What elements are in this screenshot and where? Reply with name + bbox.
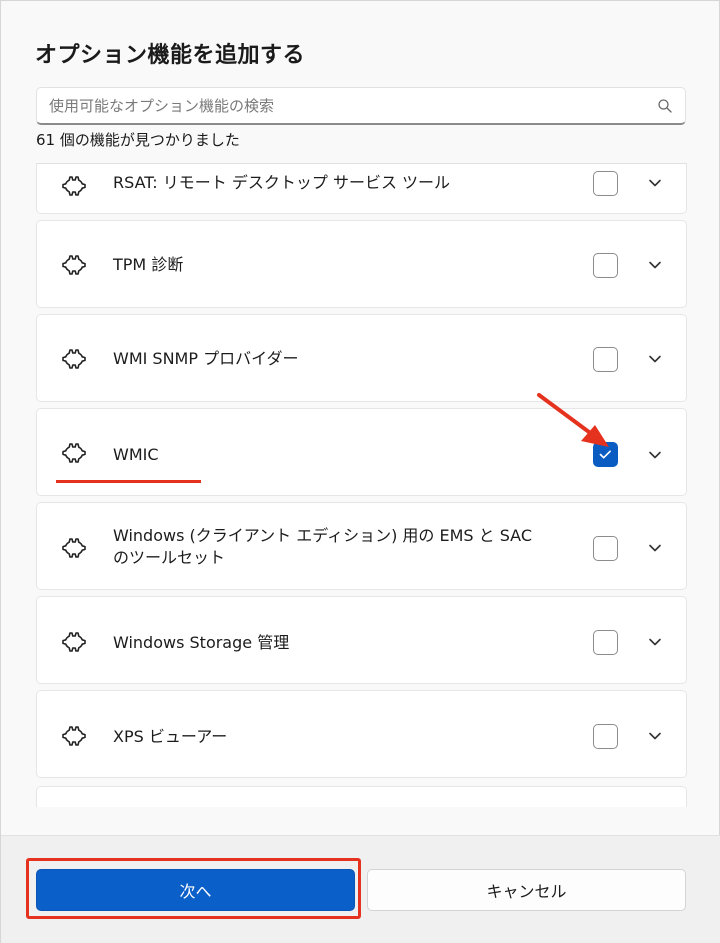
feature-list[interactable]: RSAT: リモート デスクトップ サービス ツール TPM 診断 WMI SN… [36,163,687,807]
feature-label: RSAT: リモート デスクトップ サービス ツール [113,173,451,192]
feature-checkbox[interactable] [593,724,618,749]
feature-checkbox[interactable] [593,347,618,372]
feature-checkbox[interactable] [593,253,618,278]
feature-checkbox[interactable] [593,630,618,655]
list-item-ems-sac-toolset[interactable]: Windows (クライアント エディション) 用の EMS と SAC のツー… [36,502,687,590]
feature-label: WMI SNMP プロバイダー [113,349,299,368]
search-input[interactable] [49,88,649,124]
chevron-down-icon[interactable] [645,445,665,465]
cancel-button[interactable]: キャンセル [367,869,686,911]
chevron-down-icon[interactable] [645,173,665,193]
chevron-down-icon[interactable] [645,255,665,275]
puzzle-gear-icon [62,255,86,275]
puzzle-gear-icon [62,349,86,369]
feature-checkbox[interactable] [593,171,618,196]
result-count: 61 個の機能が見つかりました [36,131,240,149]
search-box[interactable] [36,87,686,125]
feature-label: Windows (クライアント エディション) 用の EMS と SAC のツー… [113,526,533,567]
list-item-rsat-rds[interactable]: RSAT: リモート デスクトップ サービス ツール [36,164,687,214]
feature-label: TPM 診断 [113,255,184,274]
annotation-highlight-box [26,858,361,919]
feature-label: Windows Storage 管理 [113,633,290,652]
chevron-down-icon[interactable] [645,632,665,652]
feature-checkbox[interactable] [593,536,618,561]
arrow-icon [537,393,609,447]
chevron-down-icon[interactable] [645,349,665,369]
puzzle-gear-icon [62,632,86,652]
search-icon[interactable] [657,98,673,114]
puzzle-gear-icon [62,443,86,463]
feature-label: XPS ビューアー [113,727,228,746]
puzzle-gear-icon [62,538,86,558]
list-item-xps-viewer[interactable]: XPS ビューアー [36,690,687,778]
add-optional-feature-dialog: オプション機能を追加する 61 個の機能が見つかりました RSAT: リモート … [0,0,720,943]
list-item-windows-storage[interactable]: Windows Storage 管理 [36,596,687,684]
chevron-down-icon[interactable] [645,726,665,746]
chevron-down-icon[interactable] [645,538,665,558]
list-item-tpm-diagnostics[interactable]: TPM 診断 [36,220,687,308]
annotation-underline [56,480,201,483]
puzzle-gear-icon [62,176,86,196]
list-item-next-partial[interactable] [36,786,687,807]
dialog-title: オプション機能を追加する [35,43,306,68]
feature-label: WMIC [113,445,159,464]
puzzle-gear-icon [62,726,86,746]
